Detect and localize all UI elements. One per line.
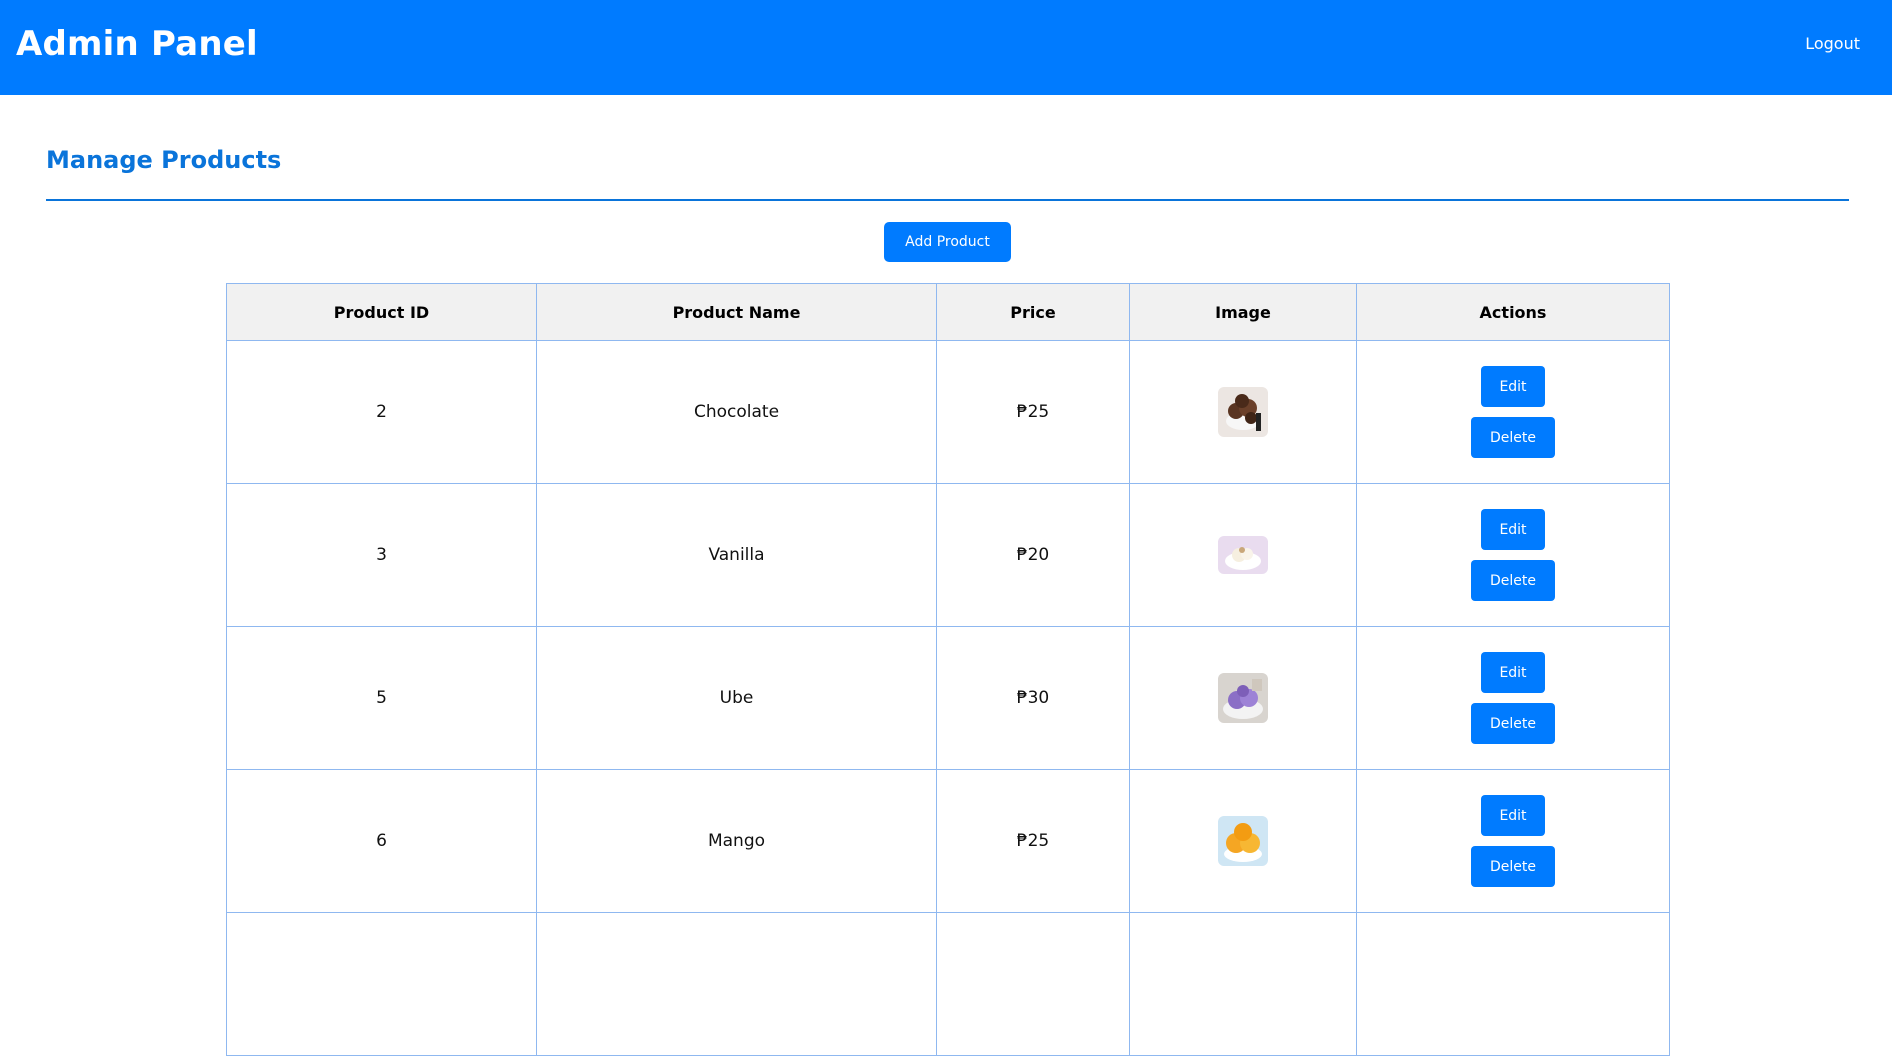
product-image-cell — [1129, 912, 1357, 1056]
product-name-cell: Ube — [536, 626, 937, 770]
edit-button[interactable]: Edit — [1481, 366, 1545, 407]
product-price-cell: ₱25 — [936, 340, 1130, 484]
logout-link[interactable]: Logout — [1805, 34, 1860, 53]
product-name-cell: Mango — [536, 769, 937, 913]
delete-button[interactable]: Delete — [1471, 703, 1555, 744]
product-name-cell: Vanilla — [536, 483, 937, 627]
product-name-cell: Chocolate — [536, 340, 937, 484]
edit-button[interactable]: Edit — [1481, 795, 1545, 836]
ube-ice-cream-thumbnail — [1218, 673, 1268, 723]
delete-button[interactable]: Delete — [1471, 560, 1555, 601]
product-price-cell: ₱30 — [936, 626, 1130, 770]
product-actions-cell: Edit Delete — [1356, 626, 1670, 770]
product-image-cell — [1129, 483, 1357, 627]
product-actions-cell: Edit Delete — [1356, 340, 1670, 484]
column-header-price: Price — [936, 283, 1130, 341]
column-header-product-id: Product ID — [226, 283, 537, 341]
product-actions-cell: Edit Delete — [1356, 483, 1670, 627]
product-name-cell — [536, 912, 937, 1056]
page-title: Manage Products — [46, 146, 282, 174]
table-row: 5 Ube ₱30 Edit Delete — [226, 626, 1670, 770]
product-actions-cell — [1356, 912, 1670, 1056]
product-image-cell — [1129, 769, 1357, 913]
app-title: Admin Panel — [16, 24, 258, 64]
column-header-actions: Actions — [1356, 283, 1670, 341]
table-row: 2 Chocolate ₱25 Edit Delete — [226, 340, 1670, 484]
delete-button[interactable]: Delete — [1471, 846, 1555, 887]
delete-button[interactable]: Delete — [1471, 417, 1555, 458]
product-id-cell: 3 — [226, 483, 537, 627]
mango-ice-cream-thumbnail — [1218, 816, 1268, 866]
table-header-row: Product ID Product Name Price Image Acti… — [226, 283, 1670, 341]
column-header-product-name: Product Name — [536, 283, 937, 341]
table-row — [226, 912, 1670, 1056]
column-header-image: Image — [1129, 283, 1357, 341]
products-table: Product ID Product Name Price Image Acti… — [226, 283, 1670, 1056]
product-price-cell: ₱25 — [936, 769, 1130, 913]
product-id-cell: 2 — [226, 340, 537, 484]
add-product-button[interactable]: Add Product — [884, 222, 1011, 262]
product-image-cell — [1129, 340, 1357, 484]
vanilla-ice-cream-thumbnail — [1218, 536, 1268, 574]
product-id-cell: 5 — [226, 626, 537, 770]
edit-button[interactable]: Edit — [1481, 652, 1545, 693]
product-image-cell — [1129, 626, 1357, 770]
product-id-cell — [226, 912, 537, 1056]
product-actions-cell: Edit Delete — [1356, 769, 1670, 913]
table-row: 6 Mango ₱25 Edit Delete — [226, 769, 1670, 913]
product-price-cell: ₱20 — [936, 483, 1130, 627]
edit-button[interactable]: Edit — [1481, 509, 1545, 550]
table-row: 3 Vanilla ₱20 Edit Delete — [226, 483, 1670, 627]
product-id-cell: 6 — [226, 769, 537, 913]
top-navbar: Admin Panel Logout — [0, 0, 1892, 95]
title-divider — [46, 199, 1849, 201]
product-price-cell — [936, 912, 1130, 1056]
chocolate-ice-cream-thumbnail — [1218, 387, 1268, 437]
